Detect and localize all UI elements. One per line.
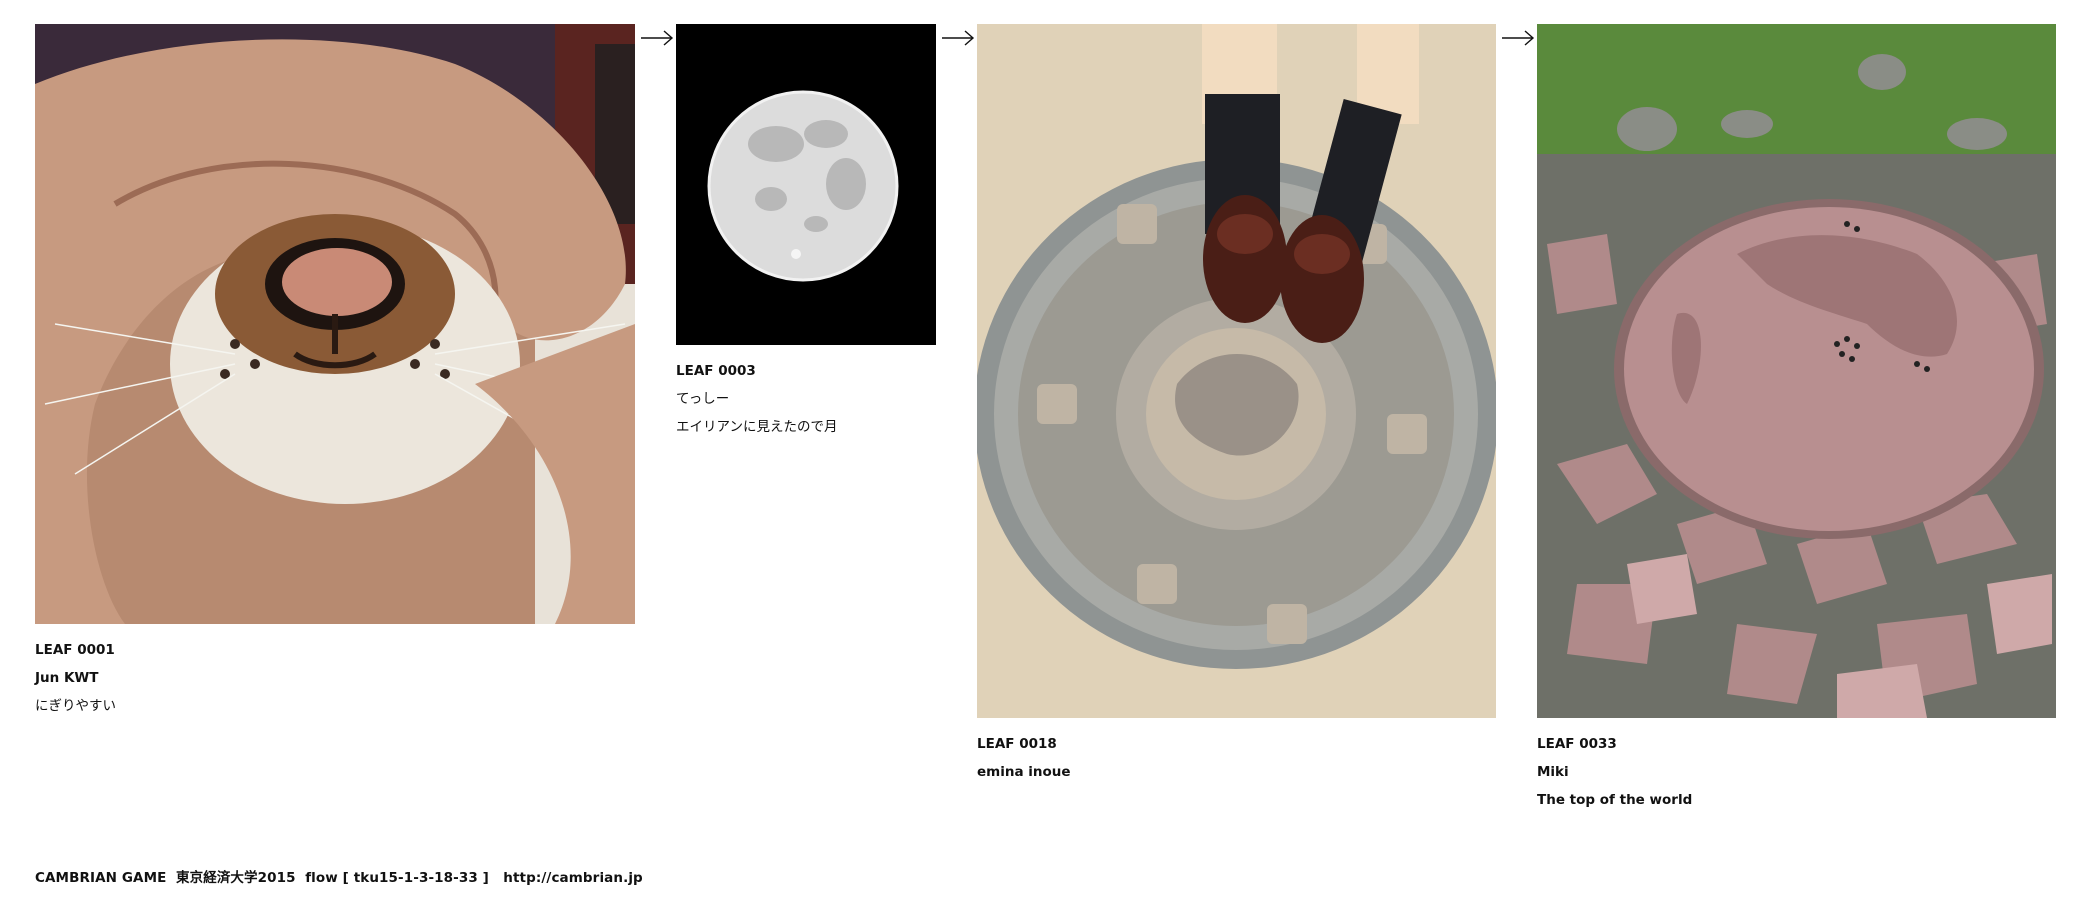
stone-world-map-image [1537,24,2056,718]
leaf-title: The top of the world [1537,792,1693,808]
leaf-card-0001: LEAF 0001 Jun KWT にぎりやすい [35,24,635,720]
leaf-author: emina inoue [977,764,1071,780]
page-footer: CAMBRIAN GAME 東京経済大学2015 flow [ tku15-1-… [35,866,643,886]
cat-nose-in-hand-image [35,24,635,624]
leaf-caption-0033: LEAF 0033 Miki The top of the world [1537,730,2056,814]
leaf-id: LEAF 0001 [35,642,115,658]
leaf-author: てっしー [676,391,730,407]
leaf-author: Miki [1537,764,1569,780]
leaf-caption-0018: LEAF 0018 emina inoue [977,730,1496,786]
leaf-caption-0001: LEAF 0001 Jun KWT にぎりやすい [35,636,635,720]
footer-text: CAMBRIAN GAME 東京経済大学2015 flow [ tku15-1-… [35,870,504,886]
leaf-photo-0001[interactable] [35,24,635,624]
right-arrow-icon [640,30,674,46]
leaf-id: LEAF 0033 [1537,736,1617,752]
footer-link[interactable]: http://cambrian.jp [503,870,643,886]
feet-on-manhole-image [977,24,1496,718]
leaf-card-0003: LEAF 0003 てっしー エイリアンに見えたので月 [676,24,936,441]
full-moon-image [676,24,936,345]
leaf-card-0018: LEAF 0018 emina inoue [977,24,1496,786]
cambrian-flow-page: LEAF 0001 Jun KWT にぎりやすい LEAF 0003 てっしー … [0,0,2091,900]
leaf-caption-0003: LEAF 0003 てっしー エイリアンに見えたので月 [676,357,936,441]
leaf-title: エイリアンに見えたので月 [676,419,838,435]
leaf-id: LEAF 0003 [676,363,756,379]
leaf-id: LEAF 0018 [977,736,1057,752]
leaf-photo-0033[interactable] [1537,24,2056,718]
leaf-card-0033: LEAF 0033 Miki The top of the world [1537,24,2056,814]
leaf-photo-0018[interactable] [977,24,1496,718]
leaf-photo-0003[interactable] [676,24,936,345]
leaf-author: Jun KWT [35,670,99,686]
right-arrow-icon [941,30,975,46]
leaf-title: にぎりやすい [35,698,116,714]
right-arrow-icon [1501,30,1535,46]
